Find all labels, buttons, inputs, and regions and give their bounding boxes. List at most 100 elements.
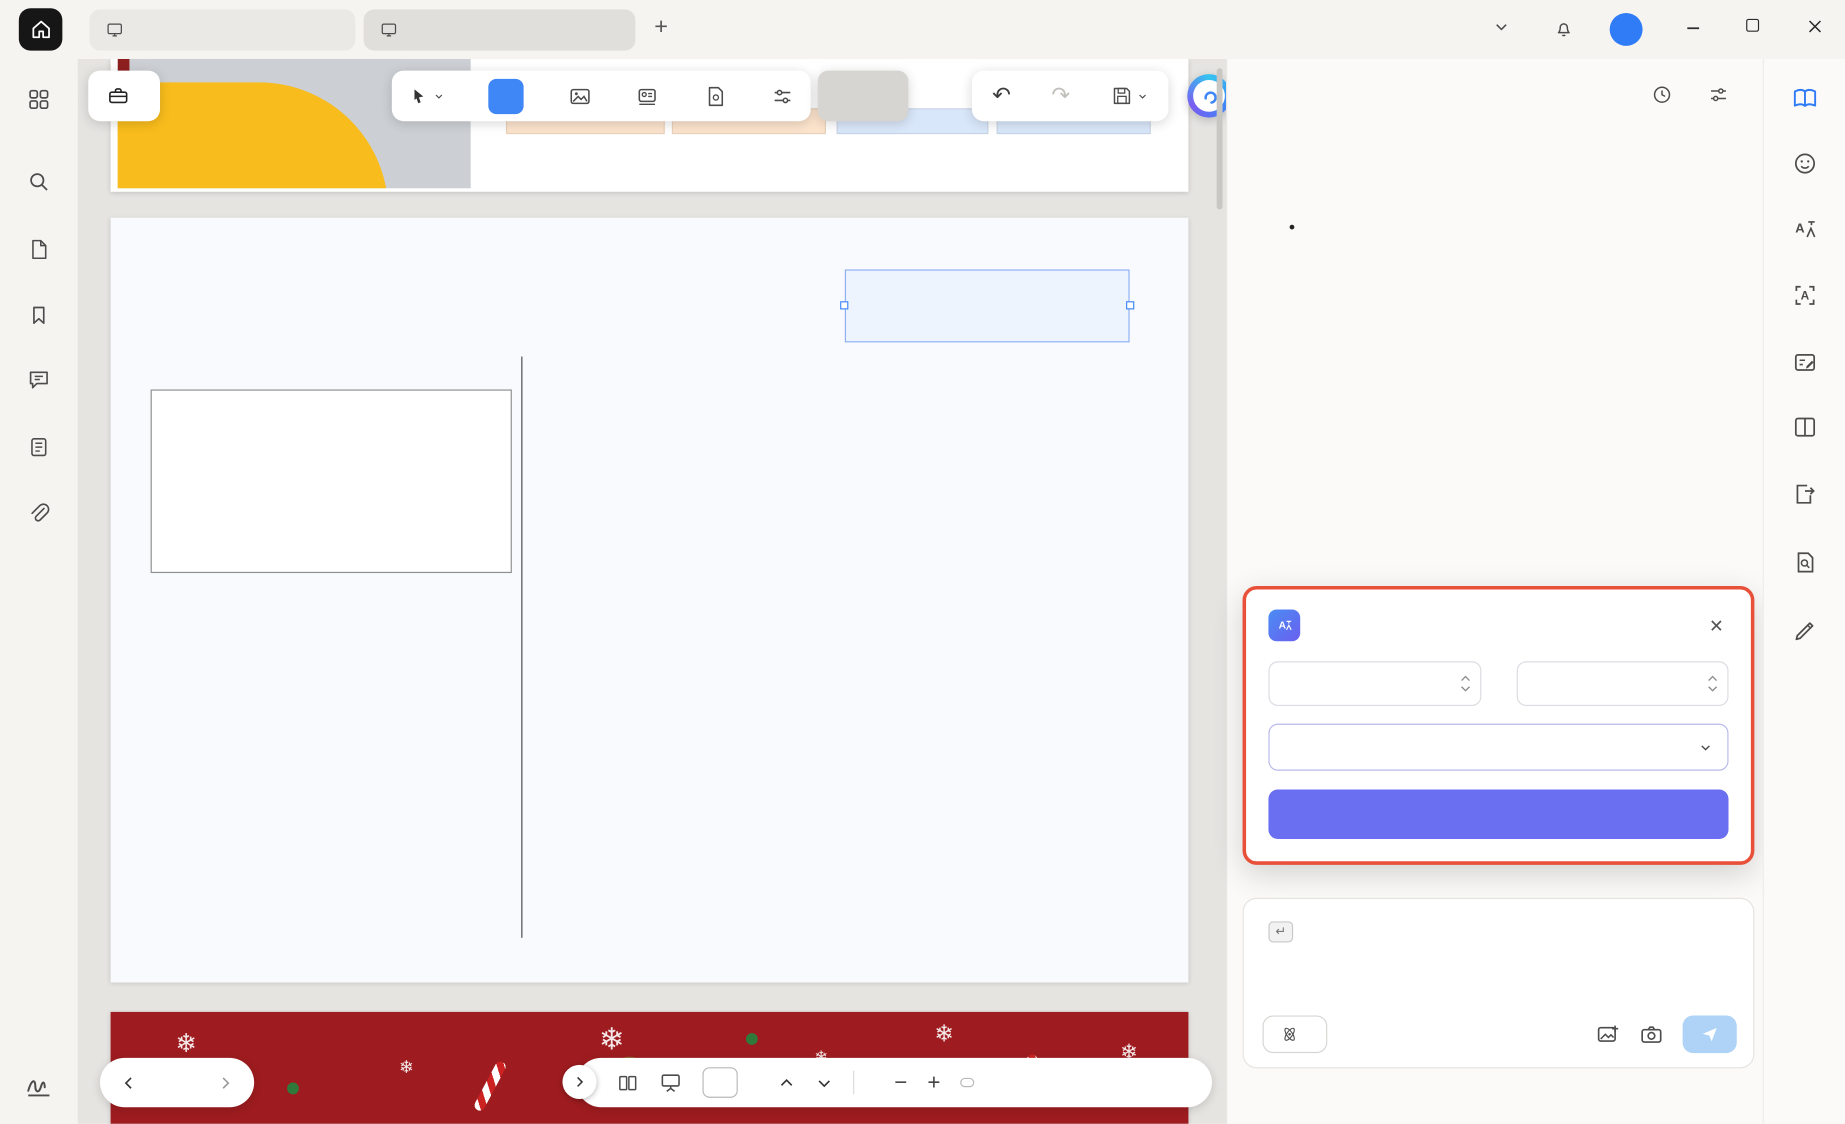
- tool-search-doc[interactable]: [1791, 549, 1817, 575]
- maximize-icon: [1746, 18, 1760, 32]
- expand-panel-button[interactable]: [562, 1064, 597, 1099]
- add-image-icon[interactable]: [1596, 1022, 1621, 1047]
- two-page-view-icon[interactable]: [617, 1071, 639, 1093]
- candy-cane-icon: [472, 1059, 508, 1113]
- panel-settings-button[interactable]: [1707, 84, 1729, 106]
- stamp-icon: [638, 88, 656, 105]
- screenshot-camera-icon[interactable]: [1639, 1022, 1664, 1047]
- think-mode-button[interactable]: [1262, 1015, 1328, 1054]
- sidebar-item-pages[interactable]: [27, 238, 51, 262]
- tool-page-layout[interactable]: [1791, 414, 1817, 440]
- close-window-button[interactable]: [1807, 19, 1822, 34]
- signature-icon: [27, 1080, 50, 1097]
- image-tool-button[interactable]: [568, 84, 592, 108]
- tool-form-fill[interactable]: [1791, 349, 1817, 375]
- save-button[interactable]: [1111, 85, 1149, 107]
- maximize-button[interactable]: [1746, 18, 1760, 32]
- pdf-page-3: [110, 217, 1189, 983]
- page-from-input[interactable]: [1269, 662, 1480, 705]
- translate-icon: A: [1268, 609, 1301, 642]
- holly-icon: [287, 1082, 299, 1095]
- sidebar-item-apps[interactable]: [26, 87, 51, 112]
- forward-chevron-icon[interactable]: [217, 1074, 235, 1092]
- sidebar-item-summary[interactable]: [27, 435, 51, 459]
- page-number-input[interactable]: [702, 1067, 738, 1098]
- stepper-down-icon[interactable]: [1707, 685, 1718, 692]
- toolbox-icon: [109, 88, 128, 104]
- properties-tool-button[interactable]: [771, 84, 795, 108]
- pdf-canvas: ❄ ❄ ❄ ❄ ❄ ❄ ↶ ↷ − +: [77, 58, 1227, 1124]
- presentation-icon[interactable]: [659, 1071, 683, 1095]
- enter-key-icon: ↵: [1268, 921, 1294, 943]
- bookmark-icon: [33, 306, 45, 325]
- avatar[interactable]: [1609, 12, 1643, 46]
- prompt-input-card[interactable]: ↵: [1242, 897, 1755, 1069]
- back-chevron-icon[interactable]: [120, 1074, 138, 1092]
- page-annotation-tool-button[interactable]: [703, 84, 727, 108]
- actual-size-button[interactable]: [960, 1077, 975, 1088]
- atom-icon: [1284, 1027, 1295, 1041]
- sidebar-item-attachments[interactable]: [26, 501, 51, 526]
- sidebar-item-signature[interactable]: [25, 1072, 53, 1100]
- zoom-in-button[interactable]: +: [927, 1071, 940, 1093]
- page-from-field[interactable]: [1268, 661, 1481, 706]
- zoom-out-button[interactable]: −: [894, 1071, 907, 1093]
- select-tool-button[interactable]: [408, 85, 444, 106]
- history-button[interactable]: [1651, 84, 1673, 106]
- chevron-down-icon: [1701, 744, 1710, 751]
- selection-handle-left[interactable]: [840, 301, 849, 310]
- translate-by-pages-dialog: A ✕: [1242, 585, 1755, 865]
- stepper[interactable]: [1460, 675, 1471, 693]
- language-select[interactable]: [1268, 723, 1729, 771]
- stamp-tool-button[interactable]: [636, 84, 660, 108]
- tool-export[interactable]: [1791, 481, 1817, 507]
- schliessen-button[interactable]: [817, 70, 909, 122]
- page-to-field[interactable]: [1516, 661, 1729, 706]
- grid-icon: [29, 89, 49, 110]
- redo-icon[interactable]: ↷: [1051, 82, 1070, 109]
- minimize-button[interactable]: [1685, 19, 1701, 35]
- pen-icon: [1794, 622, 1813, 641]
- updf-window: + ❄ ❄ ❄ ❄ ❄ ❄ ↶ ↷ − + • A ✕ ↵ A A: [0, 0, 1845, 1124]
- sidebar-item-search[interactable]: [26, 169, 51, 194]
- werkzeuge-button[interactable]: [88, 70, 161, 122]
- sidebar-item-comments[interactable]: [26, 367, 51, 392]
- uebersetzen-button[interactable]: [1268, 789, 1729, 839]
- tool-reader-active[interactable]: [1791, 85, 1818, 112]
- notifications-button[interactable]: [1553, 18, 1574, 39]
- stepper[interactable]: [1707, 675, 1718, 693]
- enrollment-line-chart: [542, 498, 1048, 733]
- page-to-input[interactable]: [1517, 662, 1728, 705]
- page-up-chevron-icon[interactable]: [778, 1074, 796, 1092]
- tool-ocr[interactable]: A: [1791, 282, 1817, 308]
- stepper-down-icon[interactable]: [1460, 685, 1471, 692]
- undo-icon[interactable]: ↶: [992, 82, 1011, 109]
- tool-translate[interactable]: A: [1791, 217, 1817, 243]
- text-tool-button[interactable]: [488, 78, 525, 114]
- dialog-close-button[interactable]: ✕: [1704, 612, 1728, 638]
- tool-annotate-pen[interactable]: [1791, 618, 1817, 644]
- stepper-up-icon[interactable]: [1707, 675, 1718, 682]
- new-tab-button[interactable]: +: [654, 14, 668, 41]
- stepper-up-icon[interactable]: [1460, 675, 1471, 682]
- tab-medforms[interactable]: [89, 9, 356, 51]
- page-down-chevron-icon[interactable]: [815, 1074, 833, 1092]
- paperclip-icon: [31, 503, 50, 522]
- nav-history-group: [100, 1057, 255, 1108]
- comment-icon: [29, 371, 48, 389]
- tool-sticker[interactable]: [1791, 151, 1817, 177]
- page-columns-icon: [1794, 417, 1815, 437]
- send-button[interactable]: [1682, 1015, 1737, 1054]
- sidebar-item-bookmarks[interactable]: [27, 304, 51, 328]
- chevron-down-icon: [435, 94, 443, 99]
- scrollbar[interactable]: [1216, 68, 1223, 210]
- document-icon: [32, 239, 47, 260]
- selected-text-box[interactable]: [840, 269, 1135, 343]
- home-button[interactable]: [18, 8, 63, 51]
- minimize-icon: [1687, 27, 1700, 30]
- collapse-toolbar-button[interactable]: [1492, 18, 1511, 37]
- selection-handle-right[interactable]: [1126, 301, 1135, 310]
- close-icon: [1808, 20, 1821, 33]
- tab-updf-all[interactable]: [363, 9, 636, 51]
- ask-pdf-panel: A ✕: [1226, 58, 1763, 1124]
